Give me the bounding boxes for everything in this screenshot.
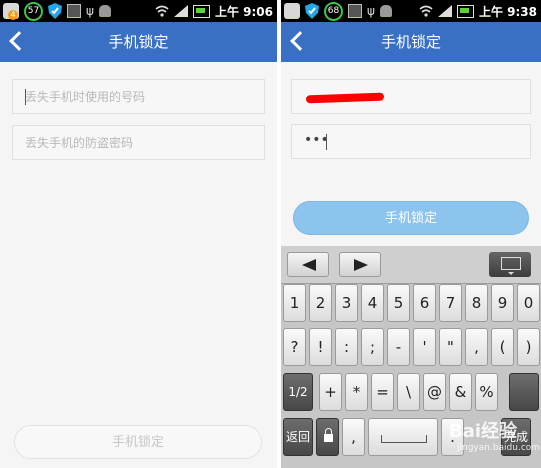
key-0[interactable]: 1 (283, 284, 306, 322)
arrow-left-icon (302, 259, 316, 271)
key-symbol[interactable]: ; (361, 328, 384, 366)
signal-icon (437, 5, 452, 17)
key-symbol[interactable]: @ (423, 373, 446, 411)
page-title: 手机锁定 (108, 33, 169, 51)
key-symbol[interactable]: % (475, 373, 498, 411)
status-circle-badge: 68 (324, 1, 343, 21)
text-cursor (25, 89, 26, 105)
space-bar-icon (381, 435, 427, 443)
key-9[interactable]: 0 (517, 284, 540, 322)
phone-number-field[interactable] (12, 79, 265, 114)
status-bar: 68 ψ 上午 9:38 (281, 0, 541, 22)
key-symbol[interactable]: ( (491, 328, 514, 366)
shield-icon (48, 3, 62, 19)
left-screen: 4 57 ψ 上午 9:06 手机锁定 丢失手机时使用的号码 手机锁定 (0, 0, 277, 468)
key-1[interactable]: 2 (309, 284, 332, 322)
key-symbol[interactable]: * (345, 373, 368, 411)
phone-number-input[interactable] (13, 80, 264, 113)
key-symbol[interactable]: : (335, 328, 358, 366)
right-screen: 68 ψ 上午 9:38 手机锁定 ••• 手机锁定 1 2 3 4 5 6 7… (281, 0, 541, 468)
password-field[interactable]: ••• (291, 124, 531, 159)
key-symbol[interactable]: ! (309, 328, 332, 366)
wifi-icon (419, 5, 433, 17)
app-icon (284, 3, 300, 19)
usb-icon: ψ (86, 4, 94, 18)
image-icon (67, 4, 81, 18)
lock-icon (324, 428, 333, 442)
key-7[interactable]: 8 (465, 284, 488, 322)
key-6[interactable]: 7 (439, 284, 462, 322)
lock-phone-button[interactable]: 手机锁定 (14, 425, 262, 459)
text-cursor (326, 134, 327, 150)
lock-phone-button[interactable]: 手机锁定 (293, 201, 529, 235)
key-symbol[interactable]: ' (413, 328, 436, 366)
key-symbol[interactable]: = (371, 373, 394, 411)
redaction-mark (305, 92, 385, 104)
lock-key[interactable] (316, 418, 339, 456)
back-key[interactable]: 返回 (283, 418, 313, 456)
watermark-logo: Bai经验 (449, 421, 518, 442)
hide-keyboard-key[interactable] (489, 252, 531, 277)
battery-icon (456, 4, 474, 18)
watermark: Bai经验 jingyan.baidu.com (449, 417, 541, 467)
status-bar-right: 上午 9:38 (419, 2, 537, 20)
android-icon (98, 5, 111, 17)
shift-page-key[interactable]: 1/2 (283, 373, 313, 411)
key-symbol[interactable]: " (439, 328, 462, 366)
keyboard-icon (501, 257, 521, 275)
status-clock: 上午 9:06 (214, 4, 273, 19)
cursor-left-key[interactable] (287, 252, 329, 277)
delete-key[interactable] (509, 373, 539, 411)
key-symbol[interactable]: ? (283, 328, 306, 366)
password-field[interactable] (12, 125, 265, 160)
key-5[interactable]: 6 (413, 284, 436, 322)
app-header: 手机锁定 (0, 22, 277, 62)
key-8[interactable]: 9 (491, 284, 514, 322)
signal-icon (173, 5, 188, 17)
key-symbol[interactable]: - (387, 328, 410, 366)
notification-icon: 4 (3, 3, 19, 20)
cursor-right-key[interactable] (339, 252, 381, 277)
image-icon (348, 4, 362, 18)
key-symbol[interactable]: \ (397, 373, 420, 411)
battery-icon (192, 4, 210, 18)
space-key[interactable] (368, 418, 438, 456)
shield-icon (305, 3, 319, 19)
key-symbol[interactable]: & (449, 373, 472, 411)
status-clock: 上午 9:38 (478, 4, 537, 19)
phone-number-field[interactable] (291, 79, 531, 114)
password-input[interactable] (13, 126, 264, 159)
page-title: 手机锁定 (380, 33, 441, 51)
key-symbol[interactable]: ) (517, 328, 540, 366)
key-2[interactable]: 3 (335, 284, 358, 322)
status-bar: 4 57 ψ 上午 9:06 (0, 0, 277, 22)
arrow-right-icon (354, 259, 368, 271)
notification-count: 4 (8, 10, 18, 20)
status-bar-left: 4 57 ψ (3, 1, 111, 21)
android-icon (379, 5, 392, 17)
key-symbol[interactable]: + (319, 373, 342, 411)
status-bar-left: 68 ψ (284, 1, 392, 21)
key-4[interactable]: 5 (387, 284, 410, 322)
status-circle-badge: 57 (24, 1, 43, 21)
comma-key[interactable]: , (342, 418, 365, 456)
status-bar-right: 上午 9:06 (155, 2, 273, 20)
keyboard-toolbar (281, 246, 541, 284)
app-header: 手机锁定 (281, 22, 541, 62)
key-symbol[interactable]: , (465, 328, 488, 366)
usb-icon: ψ (367, 4, 375, 18)
key-3[interactable]: 4 (361, 284, 384, 322)
watermark-url: jingyan.baidu.com (457, 443, 541, 453)
wifi-icon (155, 5, 169, 17)
